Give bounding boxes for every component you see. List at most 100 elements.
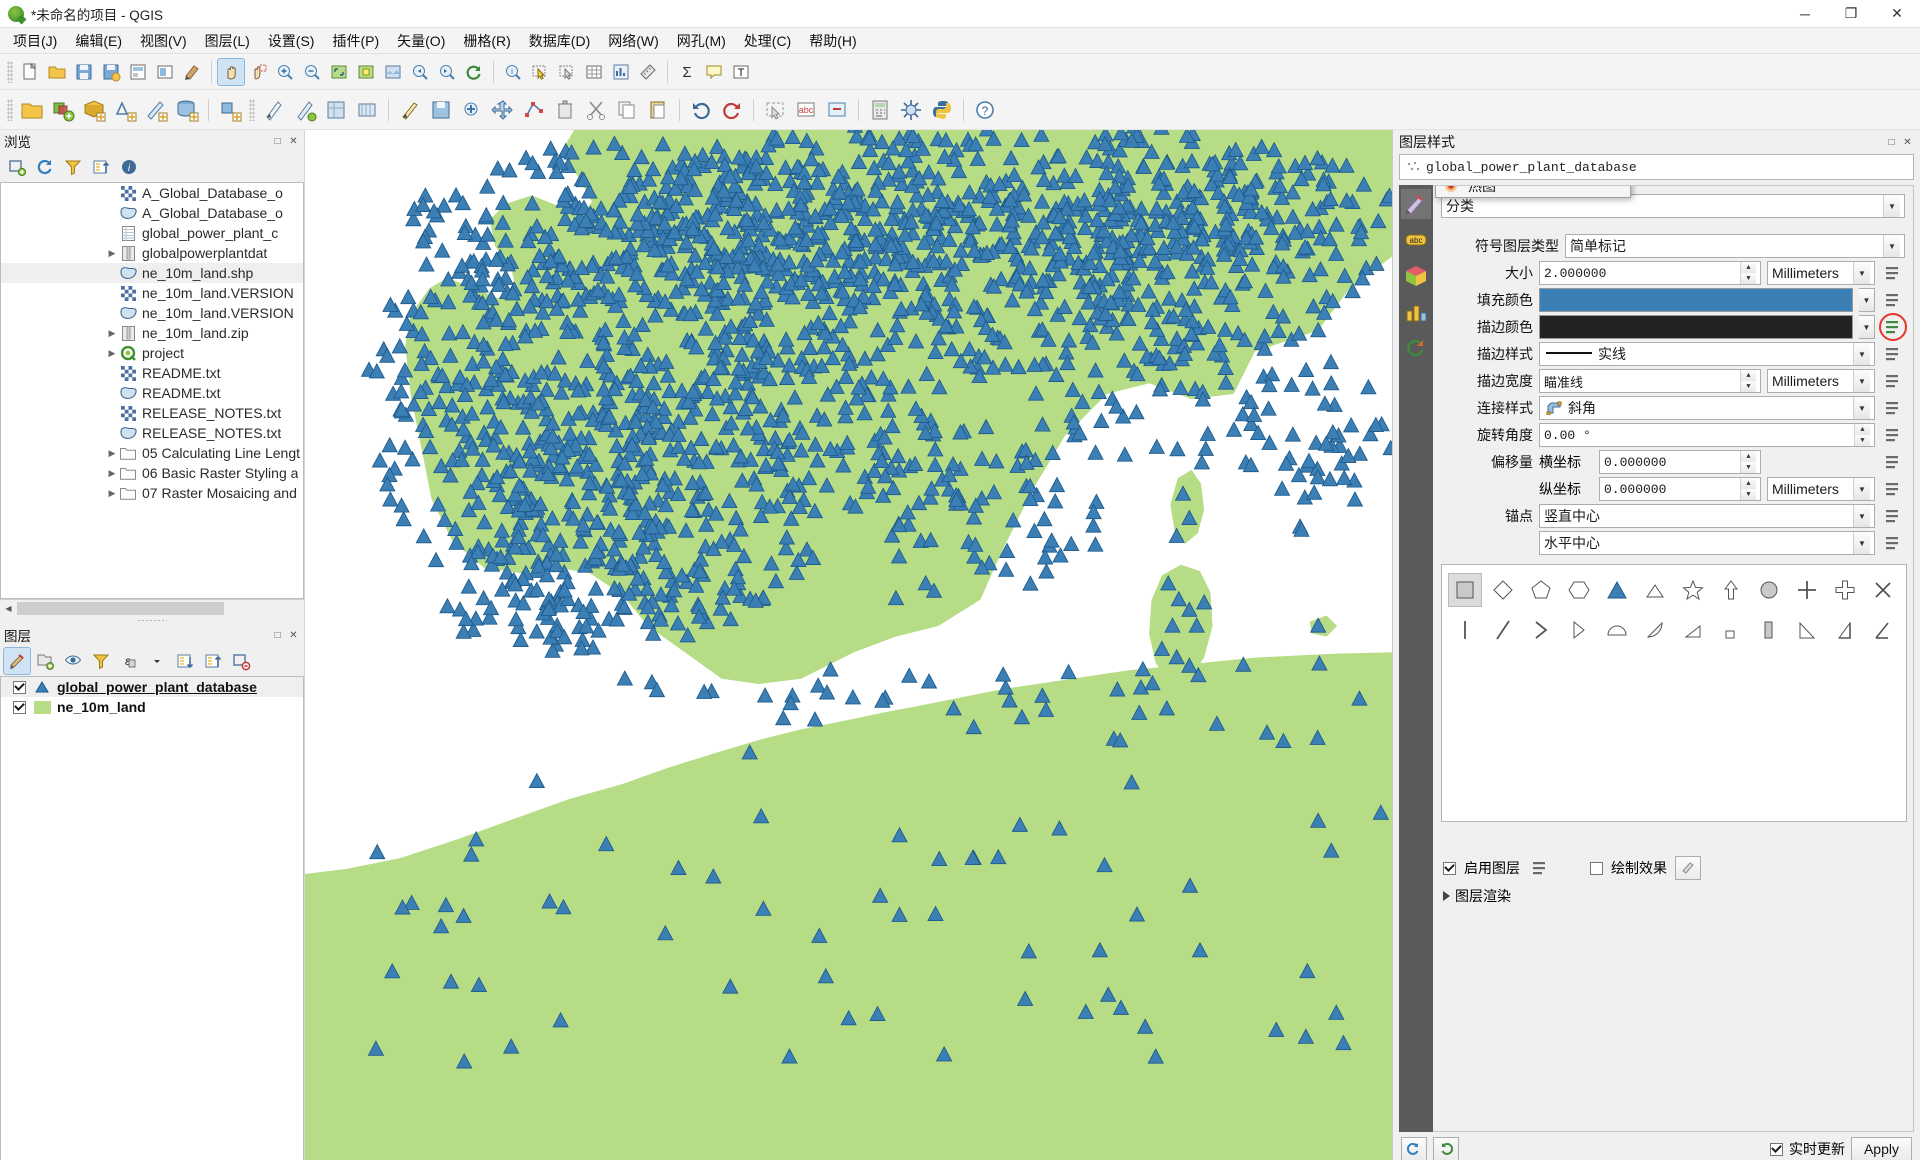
enable-layer-checkbox[interactable] [1443, 861, 1456, 875]
marker-circle-icon[interactable] [1752, 573, 1786, 607]
live-update-checkbox[interactable] [1769, 1142, 1783, 1156]
add-raster-layer-icon[interactable] [79, 95, 109, 125]
toggle-editing-icon[interactable] [395, 95, 425, 125]
expand-arrow-icon[interactable]: ▶ [105, 328, 119, 339]
python-console-icon[interactable] [927, 95, 957, 125]
expression-filter-icon[interactable]: ε [116, 648, 142, 674]
layer-visibility-checkbox[interactable] [13, 700, 26, 714]
expand-all-icon[interactable] [172, 648, 198, 674]
open-field-calculator-icon[interactable] [865, 95, 895, 125]
save-project-icon[interactable] [71, 59, 97, 85]
menu-processing[interactable]: 处理(C) [735, 28, 800, 54]
enable-layer-data-defined-override-icon[interactable] [1528, 856, 1552, 880]
collapse-all-icon[interactable] [88, 154, 114, 180]
browser-scroll-track[interactable] [17, 600, 304, 616]
browser-item-13[interactable]: ▶ 05 Calculating Line Lengt [1, 443, 303, 463]
toolbar-grip[interactable] [7, 60, 13, 83]
browser-item-0[interactable]: A_Global_Database_o [1, 183, 303, 203]
sum-icon[interactable]: Σ [674, 59, 700, 85]
offset-x-input[interactable]: 0.000000 ▲ ▼ [1599, 450, 1761, 474]
marker-hexagon-icon[interactable] [1562, 573, 1596, 607]
tab-3d-view[interactable] [1401, 261, 1431, 291]
browser-item-4[interactable]: ne_10m_land.shp [1, 263, 303, 283]
copy-features-icon[interactable] [612, 95, 642, 125]
new-text-annotation-icon[interactable]: T [728, 59, 754, 85]
browser-item-15[interactable]: ▶ 07 Raster Mosaicing and [1, 483, 303, 503]
new-shapefile-layer-icon[interactable] [259, 95, 289, 125]
menu-web[interactable]: 网络(W) [599, 28, 668, 54]
marker-thirds-icon[interactable] [1866, 613, 1900, 647]
offset-x-stepper[interactable]: ▲ ▼ [1740, 451, 1756, 473]
browser-hscrollbar[interactable]: ◀ [0, 599, 304, 616]
identify-features-icon[interactable]: i [500, 59, 526, 85]
browser-item-7[interactable]: ▶ ne_10m_land.zip [1, 323, 303, 343]
chevron-down-icon[interactable]: ▼ [1853, 397, 1870, 419]
chevron-down-icon[interactable]: ▼ [1853, 478, 1870, 500]
new-memory-layer-icon[interactable] [352, 95, 382, 125]
marker-cross-icon[interactable] [1790, 573, 1824, 607]
rotation-data-defined-override-icon[interactable] [1881, 423, 1905, 447]
filter-legend-icon[interactable] [88, 648, 114, 674]
marker-filled-arrowhead-icon[interactable] [1562, 613, 1596, 647]
toolbar-grip-3[interactable] [249, 98, 255, 121]
marker-shape-grid[interactable] [1441, 564, 1907, 822]
stroke-color-dropdown-icon[interactable]: ▼ [1859, 315, 1875, 339]
tab-labels[interactable]: abc [1401, 225, 1431, 255]
deselect-all-icon[interactable] [760, 95, 790, 125]
stroke-width-stepper[interactable]: ▲ ▼ [1740, 370, 1756, 392]
offset-unit-combo[interactable]: Millimeters ▼ [1767, 477, 1875, 501]
zoom-to-layer-icon[interactable] [380, 59, 406, 85]
current-layer-selector[interactable]: global_power_plant_database [1399, 154, 1914, 180]
minimize-button[interactable]: ─ [1782, 0, 1828, 28]
map-canvas[interactable] [305, 130, 1393, 1160]
dock-splitter[interactable] [0, 616, 304, 624]
stroke-style-data-defined-override-icon[interactable] [1881, 342, 1905, 366]
browser-close-icon[interactable]: ✕ [287, 135, 300, 148]
styling-close-icon[interactable]: ✕ [1901, 136, 1914, 149]
marker-line-icon[interactable] [1448, 613, 1482, 647]
chevron-down-icon[interactable]: ▼ [1853, 532, 1870, 554]
zoom-last-icon[interactable] [407, 59, 433, 85]
layers-tree[interactable]: global_power_plant_database ne_10m_land [0, 676, 304, 1160]
size-input[interactable]: 2.000000 ▲ ▼ [1539, 261, 1761, 285]
move-feature-icon[interactable] [488, 95, 518, 125]
cut-features-icon[interactable] [581, 95, 611, 125]
open-layer-styling-icon[interactable] [3, 647, 31, 675]
marker-diagonal-half-square-icon[interactable] [1790, 613, 1824, 647]
zoom-in-icon[interactable] [272, 59, 298, 85]
stroke-color-button[interactable] [1539, 315, 1853, 339]
delete-selected-icon[interactable] [550, 95, 580, 125]
browser-tree[interactable]: A_Global_Database_o A_Global_Database_o gl… [0, 182, 304, 599]
add-spatialite-layer-icon[interactable] [215, 95, 245, 125]
offset-y-input[interactable]: 0.000000 ▲ ▼ [1599, 477, 1761, 501]
save-layer-edits-icon[interactable] [426, 95, 456, 125]
marker-quarter-circle-icon[interactable] [1638, 613, 1672, 647]
join-style-data-defined-override-icon[interactable] [1881, 396, 1905, 420]
browser-item-6[interactable]: ne_10m_land.VERSION [1, 303, 303, 323]
marker-right-half-triangle-icon[interactable] [1676, 613, 1710, 647]
menu-view[interactable]: 视图(V) [131, 28, 196, 54]
add-delimited-text-layer-icon[interactable] [141, 95, 171, 125]
menu-database[interactable]: 数据库(D) [520, 28, 599, 54]
offset-y-stepper[interactable]: ▲ ▼ [1740, 478, 1756, 500]
new-geopackage-layer-icon[interactable] [321, 95, 351, 125]
rotation-input[interactable]: 0.00 ° ▲ ▼ [1539, 423, 1875, 447]
marker-half-circle-icon[interactable] [1600, 613, 1634, 647]
refresh-map-icon[interactable] [461, 59, 487, 85]
browser-item-5[interactable]: ne_10m_land.VERSION [1, 283, 303, 303]
select-by-expression-icon[interactable]: abc [791, 95, 821, 125]
add-postgis-layer-icon[interactable] [172, 95, 202, 125]
menu-project[interactable]: 项目(J) [4, 28, 66, 54]
stroke-width-data-defined-override-icon[interactable] [1881, 369, 1905, 393]
new-print-layout-icon[interactable] [152, 59, 178, 85]
statistical-summary-icon[interactable] [608, 59, 634, 85]
open-project-icon[interactable] [44, 59, 70, 85]
marker-slash-icon[interactable] [1486, 613, 1520, 647]
stroke-color-data-defined-override-icon[interactable] [1879, 313, 1907, 341]
browser-item-14[interactable]: ▶ 06 Basic Raster Styling a [1, 463, 303, 483]
select-value-icon[interactable] [822, 95, 852, 125]
styling-undock-icon[interactable]: □ [1885, 136, 1898, 149]
anchor-vertical-combo[interactable]: 竖直中心 ▼ [1539, 504, 1875, 528]
select-features-icon[interactable] [527, 59, 553, 85]
renderer-menu-item-7[interactable]: 热图 [1436, 186, 1630, 196]
